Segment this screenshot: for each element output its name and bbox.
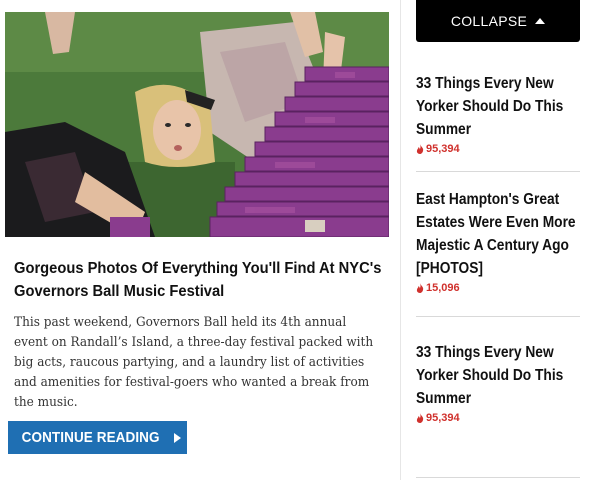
list-item[interactable]: East Hampton's Great Estates Were Even M… — [416, 188, 580, 294]
column-divider — [400, 0, 401, 480]
flame-icon — [416, 144, 424, 154]
list-item-title[interactable]: 33 Things Every New Yorker Should Do Thi… — [416, 72, 579, 141]
featured-article: Gorgeous Photos Of Everything You'll Fin… — [5, 12, 389, 413]
view-count: 95,394 — [416, 143, 580, 155]
list-divider — [416, 316, 580, 317]
festival-photo — [5, 12, 389, 237]
view-count: 15,096 — [416, 282, 580, 294]
flame-icon — [416, 283, 424, 293]
view-count-value: 95,394 — [426, 412, 460, 424]
trending-list: 33 Things Every New Yorker Should Do Thi… — [416, 72, 580, 424]
list-item-title[interactable]: 33 Things Every New Yorker Should Do Thi… — [416, 341, 579, 410]
view-count-value: 15,096 — [426, 282, 460, 294]
view-count: 95,394 — [416, 412, 580, 424]
continue-reading-button[interactable]: CONTINUE READING — [8, 421, 187, 454]
flame-icon — [416, 413, 424, 423]
list-item[interactable]: 33 Things Every New Yorker Should Do Thi… — [416, 72, 580, 155]
list-item[interactable]: 33 Things Every New Yorker Should Do Thi… — [416, 341, 580, 424]
list-divider — [416, 171, 580, 172]
article-summary: This past weekend, Governors Ball held i… — [14, 315, 374, 410]
collapse-button[interactable]: COLLAPSE — [416, 0, 580, 42]
collapse-label: COLLAPSE — [450, 13, 528, 29]
continue-reading-label: CONTINUE READING — [22, 429, 160, 446]
list-divider — [416, 477, 580, 478]
play-arrow-icon — [173, 432, 181, 443]
list-item-title[interactable]: East Hampton's Great Estates Were Even M… — [416, 188, 579, 280]
view-count-value: 95,394 — [426, 143, 460, 155]
caret-up-icon — [535, 18, 546, 24]
article-photo[interactable] — [5, 12, 389, 237]
article-headline[interactable]: Gorgeous Photos Of Everything You'll Fin… — [14, 257, 386, 303]
